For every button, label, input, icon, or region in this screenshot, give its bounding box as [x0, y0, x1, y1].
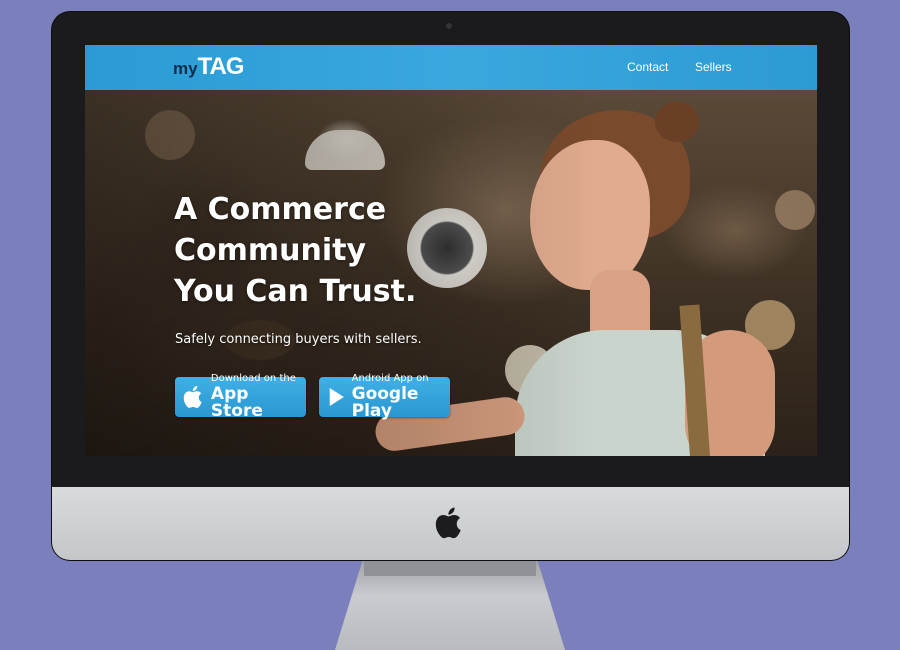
- navbar: my TAG Contact Sellers: [85, 45, 817, 90]
- logo-tag-text: TAG: [197, 53, 245, 80]
- app-store-button[interactable]: Download on the App Store: [175, 374, 306, 420]
- headline-line: You Can Trust.: [174, 274, 417, 309]
- nav-link-sellers[interactable]: Sellers: [695, 60, 732, 74]
- hero-headline: A Commerce Community You Can Trust.: [174, 189, 416, 312]
- headline-line: A Commerce: [174, 192, 387, 227]
- monitor-chin: [52, 487, 849, 560]
- google-play-small-label: Android App on: [351, 373, 429, 384]
- app-store-small-label: Download on the: [210, 373, 296, 384]
- app-store-big-label: App Store: [210, 384, 263, 421]
- apple-icon: [183, 385, 202, 408]
- google-play-button[interactable]: Android App on Google Play: [319, 374, 450, 420]
- website-screen: my TAG Contact Sellers A Commerce Commun…: [85, 45, 817, 456]
- apple-logo-icon: [435, 507, 461, 539]
- camera: [446, 23, 452, 29]
- headline-line: Community: [174, 233, 367, 268]
- monitor: my TAG Contact Sellers A Commerce Commun…: [52, 12, 849, 560]
- mytag-logo[interactable]: my TAG: [173, 53, 245, 80]
- nav-link-contact[interactable]: Contact: [627, 60, 668, 74]
- app-store-text: Download on the App Store: [211, 374, 306, 420]
- logo-my-text: my: [173, 59, 198, 78]
- google-play-text: Android App on Google Play: [352, 374, 450, 420]
- hero-subtitle: Safely connecting buyers with sellers.: [175, 332, 422, 347]
- monitor-stand-neck: [364, 560, 536, 576]
- google-play-big-label: Google Play: [351, 384, 419, 421]
- play-icon: [329, 388, 344, 406]
- scene: my TAG Contact Sellers A Commerce Commun…: [0, 0, 900, 650]
